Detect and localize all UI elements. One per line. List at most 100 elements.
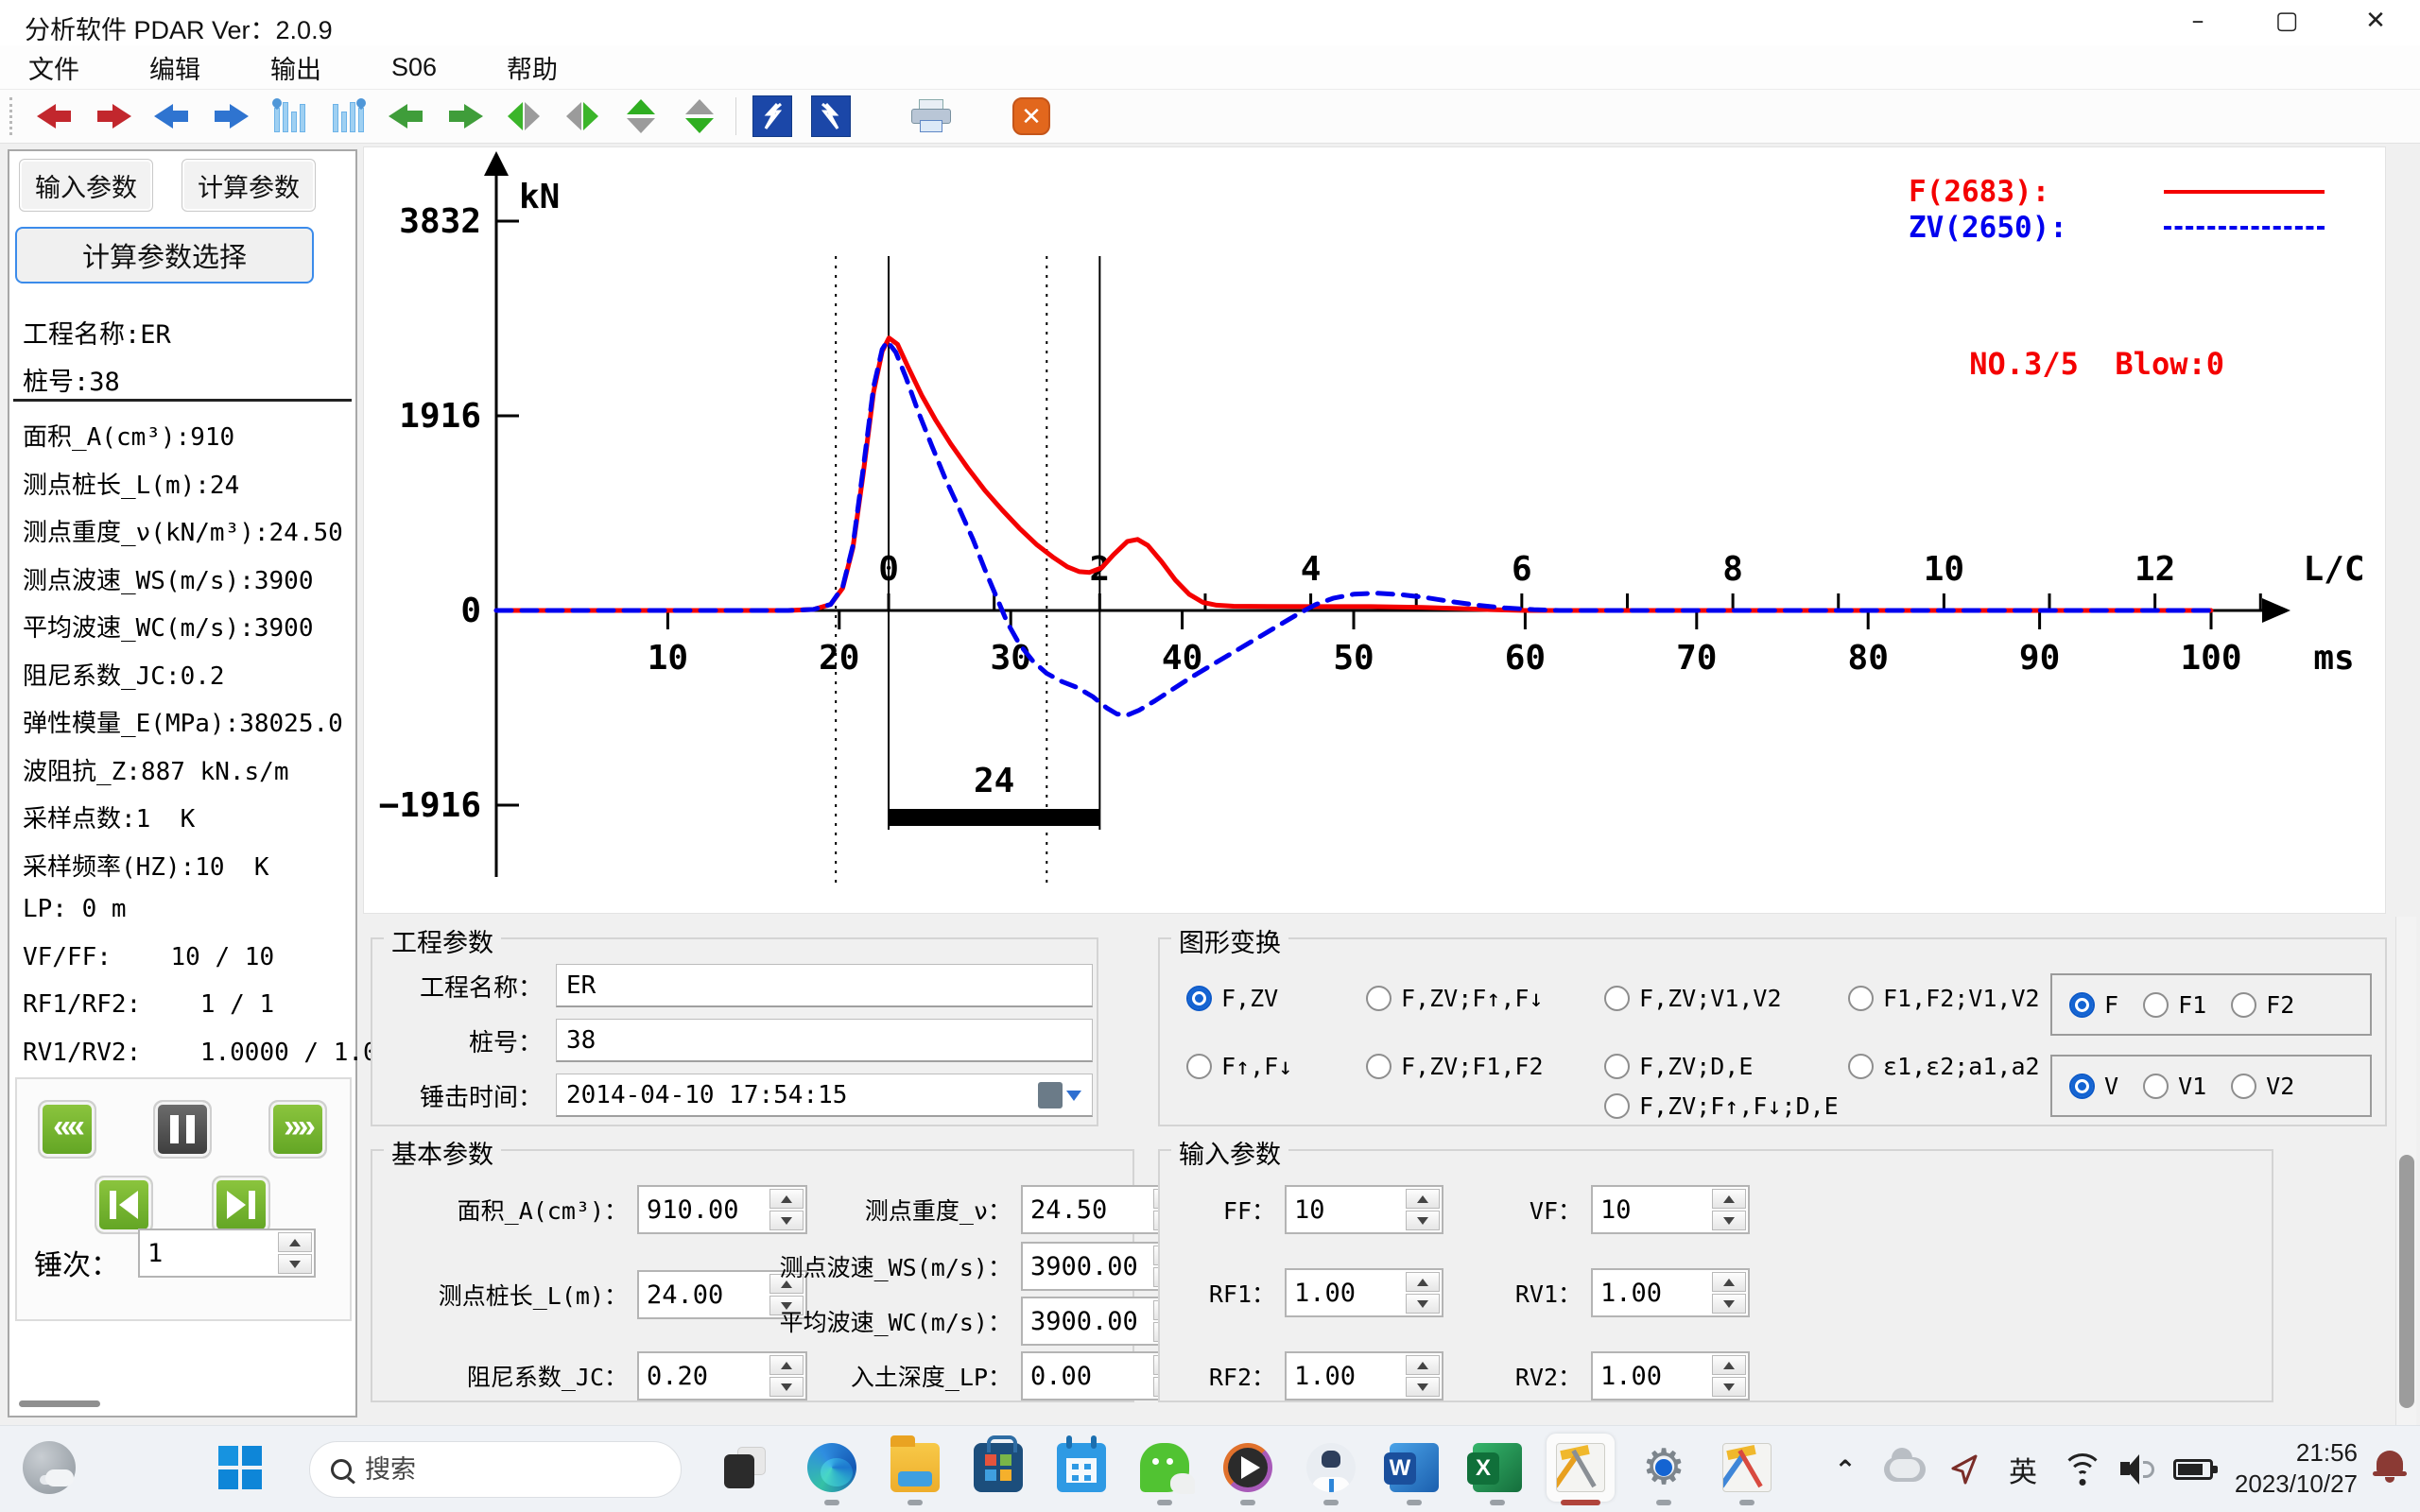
step-forward-green-icon[interactable] — [442, 95, 488, 137]
onedrive-icon[interactable] — [1879, 1443, 1930, 1496]
input-field-input[interactable] — [1294, 1187, 1404, 1232]
expand-left-icon[interactable] — [501, 95, 546, 137]
input-field-up[interactable] — [1406, 1355, 1440, 1375]
hammer-count-input[interactable] — [147, 1230, 276, 1276]
battery-icon[interactable] — [2167, 1443, 2220, 1496]
first-blow-button[interactable] — [95, 1176, 153, 1234]
taskbar-app-media-player[interactable] — [1214, 1434, 1282, 1502]
radio-dot[interactable] — [1848, 1054, 1874, 1079]
hammer-count-up[interactable] — [278, 1232, 312, 1252]
basic-field-input[interactable] — [1030, 1187, 1151, 1232]
radio-dot[interactable] — [1366, 986, 1392, 1011]
radio-dot[interactable] — [2143, 992, 2169, 1018]
radio-V[interactable]: V — [2069, 1073, 2118, 1100]
prev-red-arrow-icon[interactable] — [32, 95, 78, 137]
basic-field-input[interactable] — [1030, 1298, 1151, 1344]
input-field-up[interactable] — [1406, 1189, 1440, 1209]
input-field-down[interactable] — [1406, 1377, 1440, 1397]
menu-s06[interactable]: S06 — [391, 53, 437, 82]
hammer-count-down[interactable] — [278, 1254, 312, 1274]
step-back-green-icon[interactable] — [384, 95, 429, 137]
calc-param-select-button[interactable]: 计算参数选择 — [15, 227, 314, 284]
menu-file[interactable]: 文件 — [28, 49, 79, 86]
radio-F,ZV;V1,V2[interactable]: F,ZV;V1,V2 — [1604, 985, 1782, 1012]
menu-help[interactable]: 帮助 — [507, 49, 558, 86]
radio-dot[interactable] — [1848, 986, 1874, 1011]
radio-F,ZV;F↑,F↓[interactable]: F,ZV;F↑,F↓ — [1366, 985, 1544, 1012]
next-red-arrow-icon[interactable] — [91, 95, 136, 137]
radio-F↑,F↓[interactable]: F↑,F↓ — [1186, 1053, 1292, 1080]
radio-dot[interactable] — [1186, 986, 1212, 1011]
radio-dot[interactable] — [1604, 1093, 1630, 1119]
basic-field-input[interactable] — [647, 1353, 768, 1399]
radio-ε1,ε2;a1,a2[interactable]: ε1,ε2;a1,a2 — [1848, 1053, 2040, 1080]
analyze-right-icon[interactable] — [808, 95, 854, 137]
project-field-input[interactable] — [556, 964, 1093, 1007]
tray-chevron-up-icon[interactable]: ⌃ — [1824, 1443, 1866, 1496]
expand-down-icon[interactable] — [677, 95, 722, 137]
taskbar-search[interactable] — [309, 1441, 682, 1498]
input-field-down[interactable] — [1712, 1377, 1746, 1397]
basic-field-input[interactable] — [647, 1187, 768, 1232]
taskbar-app-settings[interactable]: ⚙ — [1630, 1434, 1698, 1502]
radio-F1[interactable]: F1 — [2143, 991, 2206, 1019]
project-field-input[interactable] — [556, 1019, 1093, 1062]
radio-F[interactable]: F — [2069, 991, 2118, 1019]
basic-field-input[interactable] — [1030, 1244, 1151, 1289]
input-field-down[interactable] — [1406, 1294, 1440, 1314]
analyze-left-icon[interactable] — [750, 95, 795, 137]
input-field-input[interactable] — [1600, 1187, 1710, 1232]
histogram-left-icon[interactable] — [267, 95, 312, 137]
maximize-button[interactable]: ▢ — [2242, 0, 2331, 45]
input-field-up[interactable] — [1712, 1189, 1746, 1209]
taskbar-app-edge[interactable] — [798, 1434, 866, 1502]
fast-backward-button[interactable]: «« — [38, 1100, 96, 1159]
radio-dot[interactable] — [1366, 1054, 1392, 1079]
calendar-dropdown-icon[interactable] — [1038, 1080, 1087, 1110]
wifi-icon[interactable] — [2057, 1443, 2108, 1496]
close-button[interactable]: ✕ — [2331, 0, 2420, 45]
input-field-input[interactable] — [1600, 1270, 1710, 1315]
menu-output[interactable]: 输出 — [270, 49, 321, 86]
taskbar-app-wechat[interactable] — [1131, 1434, 1199, 1502]
input-field-down[interactable] — [1712, 1294, 1746, 1314]
taskbar-app-paint[interactable] — [1713, 1434, 1781, 1502]
radio-dot[interactable] — [1604, 1054, 1630, 1079]
input-field-down[interactable] — [1406, 1211, 1440, 1230]
radio-V1[interactable]: V1 — [2143, 1073, 2206, 1100]
input-field-down[interactable] — [1712, 1211, 1746, 1230]
exit-icon[interactable]: ✕ — [1009, 95, 1054, 137]
radio-F2[interactable]: F2 — [2231, 991, 2294, 1019]
radio-dot[interactable] — [1604, 986, 1630, 1011]
taskbar-app-excel[interactable]: X — [1463, 1434, 1531, 1502]
notification-bell-icon[interactable] — [2373, 1449, 2407, 1483]
radio-F,ZV;D,E[interactable]: F,ZV;D,E — [1604, 1053, 1753, 1080]
radio-F,ZV[interactable]: F,ZV — [1186, 985, 1278, 1012]
print-icon[interactable] — [908, 95, 954, 137]
input-field-up[interactable] — [1712, 1355, 1746, 1375]
radio-F1,F2;V1,V2[interactable]: F1,F2;V1,V2 — [1848, 985, 2040, 1012]
input-field-up[interactable] — [1712, 1272, 1746, 1292]
calc-params-button[interactable]: 计算参数 — [182, 159, 316, 212]
input-field-up[interactable] — [1406, 1272, 1440, 1292]
taskbar-app-store[interactable] — [964, 1434, 1032, 1502]
last-blow-button[interactable] — [212, 1176, 270, 1234]
radio-dot[interactable] — [2069, 992, 2095, 1018]
radio-dot[interactable] — [2143, 1074, 2169, 1099]
pause-button[interactable] — [153, 1100, 212, 1159]
ime-indicator[interactable]: 英 — [2000, 1443, 2046, 1496]
input-field-input[interactable] — [1294, 1270, 1404, 1315]
taskbar-app-calendar[interactable] — [1047, 1434, 1115, 1502]
histogram-right-icon[interactable] — [325, 95, 371, 137]
share-arrow-icon[interactable] — [1942, 1443, 1989, 1496]
input-field-input[interactable] — [1294, 1353, 1404, 1399]
fast-forward-button[interactable]: »» — [268, 1100, 327, 1159]
radio-dot[interactable] — [1186, 1054, 1212, 1079]
radio-F,ZV;F↑,F↓;D,E[interactable]: F,ZV;F↑,F↓;D,E — [1604, 1092, 1839, 1120]
taskbar-app-pdar[interactable] — [1547, 1434, 1615, 1502]
taskbar-app-contact[interactable] — [1297, 1434, 1365, 1502]
radio-dot[interactable] — [2231, 1074, 2256, 1099]
expand-up-icon[interactable] — [618, 95, 664, 137]
radio-dot[interactable] — [2069, 1074, 2095, 1099]
vertical-scrollbar[interactable] — [2395, 917, 2416, 1425]
